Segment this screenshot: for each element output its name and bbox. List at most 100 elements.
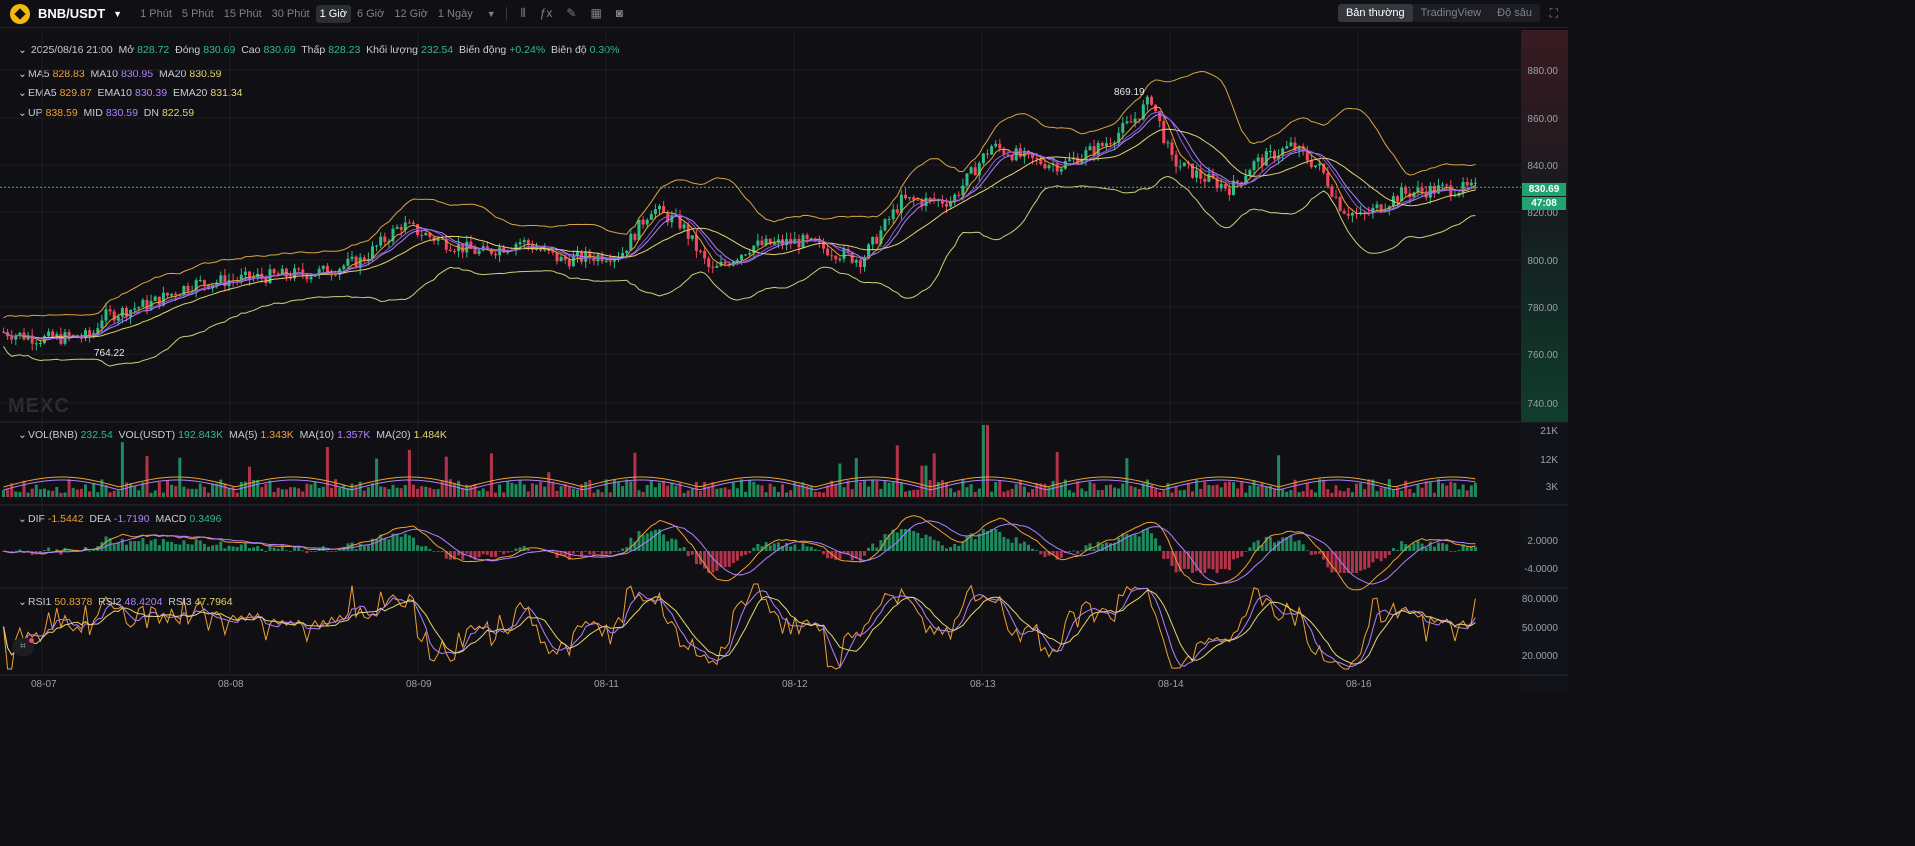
macd-histogram-bar bbox=[477, 551, 481, 558]
candle bbox=[1145, 96, 1149, 105]
candle bbox=[1350, 212, 1354, 216]
volume-bar bbox=[1104, 485, 1108, 497]
candle bbox=[153, 296, 157, 301]
macd-histogram-bar bbox=[1342, 551, 1346, 573]
macd-histogram-bar bbox=[682, 547, 686, 551]
volume-bar bbox=[1437, 479, 1440, 497]
macd-histogram-bar bbox=[797, 549, 801, 551]
vol-usdt-value: 192.843K bbox=[178, 429, 224, 441]
volume-bar bbox=[387, 489, 391, 497]
volume-bar bbox=[666, 485, 670, 497]
volume-bar bbox=[981, 425, 985, 497]
volume-bar bbox=[207, 492, 210, 497]
collapse-chevron-icon[interactable]: ⌄ bbox=[18, 596, 28, 608]
volume-bar bbox=[1391, 489, 1395, 497]
macd-histogram-bar bbox=[506, 551, 510, 553]
macd-histogram-bar bbox=[768, 545, 772, 551]
macd-histogram-bar bbox=[161, 539, 165, 551]
candle bbox=[756, 240, 760, 246]
candle bbox=[141, 299, 145, 308]
candle bbox=[694, 235, 698, 251]
volume-bar bbox=[211, 483, 215, 497]
volume-bar bbox=[22, 480, 26, 497]
volume-bar bbox=[88, 491, 92, 497]
volume-bar bbox=[1289, 490, 1293, 497]
volume-bar bbox=[1174, 486, 1178, 497]
chat-bubble-icon[interactable]: ⌗ bbox=[12, 638, 34, 656]
volume-bar bbox=[846, 480, 850, 497]
volume-bar bbox=[284, 489, 288, 497]
macd-histogram-bar bbox=[325, 551, 329, 552]
volume-bar bbox=[1182, 489, 1186, 497]
volume-bar bbox=[1363, 489, 1367, 497]
volume-bar bbox=[1326, 489, 1330, 497]
candle-countdown: 47:08 bbox=[1522, 197, 1566, 210]
candle bbox=[658, 205, 661, 210]
macd-histogram-bar bbox=[817, 550, 821, 551]
volume-bar bbox=[969, 484, 973, 497]
macd-histogram-bar bbox=[1268, 537, 1272, 551]
volume-bar bbox=[1404, 480, 1408, 497]
volume-bar bbox=[703, 481, 707, 497]
macd-histogram-bar bbox=[928, 536, 932, 551]
volume-bar bbox=[1215, 484, 1219, 497]
candle bbox=[297, 268, 301, 270]
volume-bar bbox=[116, 490, 120, 497]
macd-histogram-bar bbox=[1145, 529, 1149, 551]
candle bbox=[1465, 182, 1469, 186]
volume-bar bbox=[735, 488, 739, 497]
candle bbox=[354, 256, 358, 268]
macd-histogram-bar bbox=[912, 531, 916, 551]
volume-bar bbox=[1129, 485, 1133, 497]
candle bbox=[1396, 196, 1399, 202]
volume-bar bbox=[432, 489, 436, 497]
macd-histogram-bar bbox=[940, 545, 944, 551]
macd-histogram-bar bbox=[957, 545, 961, 551]
volume-bar bbox=[1383, 487, 1387, 497]
candle bbox=[748, 252, 752, 255]
macd-histogram-bar bbox=[1363, 551, 1367, 570]
candle bbox=[711, 266, 715, 268]
candlestick-chart[interactable]: 869.19 764.22 bbox=[0, 0, 1568, 693]
volume-bar bbox=[1014, 484, 1018, 497]
candle bbox=[715, 265, 719, 268]
candle bbox=[1314, 165, 1317, 168]
volume-bar bbox=[1162, 490, 1166, 497]
volume-bar bbox=[18, 492, 22, 497]
volume-bar bbox=[498, 484, 502, 497]
volume-bar bbox=[379, 486, 383, 497]
volume-bar bbox=[260, 487, 264, 497]
candle bbox=[1006, 154, 1010, 156]
macd-histogram-bar bbox=[1244, 551, 1248, 552]
volume-bar bbox=[301, 491, 305, 497]
volume-bar bbox=[986, 425, 989, 497]
macd-histogram-bar bbox=[1330, 551, 1334, 573]
macd-histogram-bar bbox=[822, 551, 825, 555]
collapse-chevron-icon[interactable]: ⌄ bbox=[18, 513, 28, 525]
volume-bar bbox=[272, 492, 276, 497]
macd-histogram-bar bbox=[1219, 551, 1223, 570]
volume-bar bbox=[1277, 455, 1281, 497]
date-axis-label: 08-13 bbox=[970, 679, 996, 690]
volume-bar bbox=[1322, 479, 1326, 497]
volume-bar bbox=[1211, 485, 1215, 497]
candle bbox=[924, 197, 928, 206]
candle bbox=[1445, 184, 1449, 186]
candle bbox=[1268, 151, 1272, 153]
candle bbox=[994, 143, 998, 147]
macd-histogram-bar bbox=[526, 548, 530, 551]
macd-histogram-bar bbox=[1121, 533, 1125, 551]
candle bbox=[998, 143, 1002, 149]
macd-histogram-bar bbox=[112, 544, 116, 551]
volume-bar bbox=[453, 483, 456, 497]
macd-histogram-bar bbox=[510, 551, 514, 552]
candle bbox=[1273, 151, 1276, 160]
volume-bar bbox=[26, 492, 30, 497]
candle bbox=[1178, 166, 1182, 168]
volume-bar bbox=[1240, 481, 1244, 497]
collapse-chevron-icon[interactable]: ⌄ bbox=[18, 429, 28, 441]
volume-bar bbox=[887, 482, 891, 497]
candle bbox=[625, 250, 629, 253]
volume-bar bbox=[1461, 484, 1465, 497]
candle bbox=[1055, 163, 1059, 172]
